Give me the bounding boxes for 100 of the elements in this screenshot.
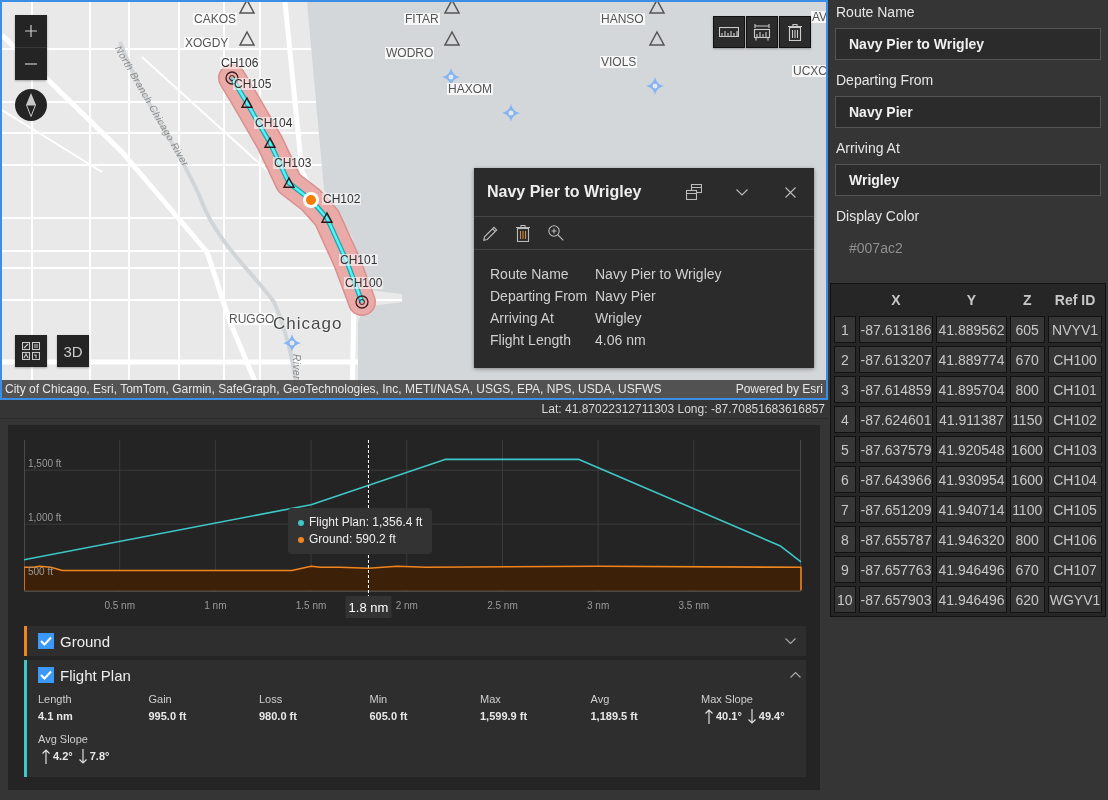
waypoint-label: HANSO xyxy=(600,13,645,25)
column-header: Ref ID xyxy=(1053,291,1097,310)
close-icon xyxy=(784,186,796,198)
stat-label: Avg xyxy=(590,692,610,706)
star-marker-icon xyxy=(502,104,520,122)
stat-value: 4.1 nm xyxy=(38,709,73,724)
waypoint-label: UCXC xyxy=(792,65,826,77)
star-marker-icon xyxy=(646,77,664,95)
checkmark-icon xyxy=(40,636,52,646)
table-cell: -87.651209 xyxy=(858,496,934,523)
axis-label: 1 nm xyxy=(204,600,227,611)
color-field[interactable]: #007ac2 xyxy=(835,232,1101,264)
field-label: Departing From xyxy=(490,287,588,306)
table-cell: CH107 xyxy=(1047,556,1103,583)
measure-distance-button[interactable] xyxy=(713,16,745,48)
column-header: Z xyxy=(1021,291,1033,310)
table-cell: CH101 xyxy=(1047,376,1103,403)
table-cell: 41.889774 xyxy=(936,346,1007,373)
checkpoint-label: CH106 xyxy=(220,57,260,69)
table-cell: -87.643966 xyxy=(858,466,934,493)
row-number: 6 xyxy=(834,466,856,493)
triangle-marker-icon xyxy=(238,30,256,46)
row-number: 3 xyxy=(834,376,856,403)
magnifier-plus-icon xyxy=(548,225,564,241)
checkbox[interactable] xyxy=(38,633,54,649)
compass-icon xyxy=(26,93,36,117)
stat-label: Max xyxy=(480,692,501,706)
table-cell: -87.657763 xyxy=(858,556,934,583)
tooltip-text: Flight Plan: 1,356.4 ft xyxy=(309,515,423,530)
chevron-down-icon xyxy=(784,638,796,644)
stat-value: 40.1° xyxy=(716,709,742,724)
row-number: 10 xyxy=(834,586,856,613)
field-label: Arriving At xyxy=(490,309,554,328)
table-cell: 620 xyxy=(1009,586,1045,613)
table-cell: 41.889562 xyxy=(936,316,1007,343)
checkpoint-label: CH103 xyxy=(273,157,313,169)
river-label: River xyxy=(290,354,302,380)
star-marker-icon xyxy=(283,334,301,352)
measure-area-button[interactable] xyxy=(746,16,778,48)
stat-value: 605.0 ft xyxy=(369,709,408,724)
axis-label: 2.5 nm xyxy=(487,600,518,611)
stat-value: 995.0 ft xyxy=(148,709,187,724)
text-field[interactable]: Wrigley xyxy=(835,164,1101,196)
column-header: Y xyxy=(965,291,978,310)
waypoint-label: WODRO xyxy=(385,47,435,59)
table-cell: -87.637579 xyxy=(858,436,934,463)
column-header: X xyxy=(890,291,902,310)
dock-icon xyxy=(686,184,702,200)
waypoint-label: FITAR xyxy=(404,13,440,25)
field-label: Flight Length xyxy=(490,331,571,350)
triangle-marker-icon xyxy=(443,30,461,46)
table-cell: 41.946320 xyxy=(936,526,1007,553)
field-value: 4.06 nm xyxy=(595,331,646,350)
stat-value: 1,189.5 ft xyxy=(590,709,638,724)
triangle-marker-icon xyxy=(238,2,256,14)
grid-icon xyxy=(22,342,40,360)
layer-name: Ground xyxy=(60,632,112,650)
triangle-marker-icon xyxy=(648,2,666,14)
zoom-in-button[interactable] xyxy=(15,15,47,48)
trash-icon xyxy=(788,23,802,41)
table-cell: -87.613186 xyxy=(858,316,934,343)
field-label: Departing From xyxy=(835,71,934,89)
field-value: Wrigley xyxy=(595,309,642,328)
stat-value: 1,599.9 ft xyxy=(480,709,528,724)
delete-button[interactable] xyxy=(779,16,811,48)
grid-button[interactable] xyxy=(15,335,47,367)
table-cell: CH105 xyxy=(1047,496,1103,523)
area-measure-icon xyxy=(753,23,771,41)
stat-label: Max Slope xyxy=(701,692,753,706)
table-cell: CH100 xyxy=(1047,346,1103,373)
zoom-out-button[interactable] xyxy=(15,48,47,80)
table-cell: -87.624601 xyxy=(858,406,934,433)
stat-value: 7.8° xyxy=(89,749,110,764)
text-field[interactable]: Navy Pier xyxy=(835,96,1101,128)
checkbox[interactable] xyxy=(38,667,54,683)
popup-title: Navy Pier to Wrigley xyxy=(487,183,643,201)
stat-label: Min xyxy=(369,692,388,706)
table-cell: 41.911387 xyxy=(936,406,1007,433)
arrow-down-icon xyxy=(747,708,756,724)
table-cell: 1600 xyxy=(1009,436,1045,463)
field-label: Route Name xyxy=(835,3,915,21)
3d-button[interactable]: 3D xyxy=(57,335,89,367)
row-number: 9 xyxy=(834,556,856,583)
table-cell: 41.940714 xyxy=(936,496,1007,523)
table-cell: 605 xyxy=(1009,316,1045,343)
cursor-label: 1.8 nm xyxy=(345,596,392,618)
checkpoint-label: CH104 xyxy=(254,117,294,129)
powered-by-link[interactable]: Powered by Esri xyxy=(735,382,823,396)
axis-label: 3 nm xyxy=(587,600,610,611)
table-cell: 800 xyxy=(1009,526,1045,553)
map-view[interactable] xyxy=(0,0,828,400)
table-cell: CH106 xyxy=(1047,526,1103,553)
text-field[interactable]: Navy Pier to Wrigley xyxy=(835,28,1101,60)
stat-label: Avg Slope xyxy=(38,732,88,746)
trash-icon xyxy=(516,224,530,242)
table-cell: 41.946496 xyxy=(936,586,1007,613)
checkpoint-label: CH101 xyxy=(339,254,379,266)
triangle-marker-icon xyxy=(648,30,666,46)
table-cell: 670 xyxy=(1009,556,1045,583)
table-cell: 1150 xyxy=(1009,406,1045,433)
